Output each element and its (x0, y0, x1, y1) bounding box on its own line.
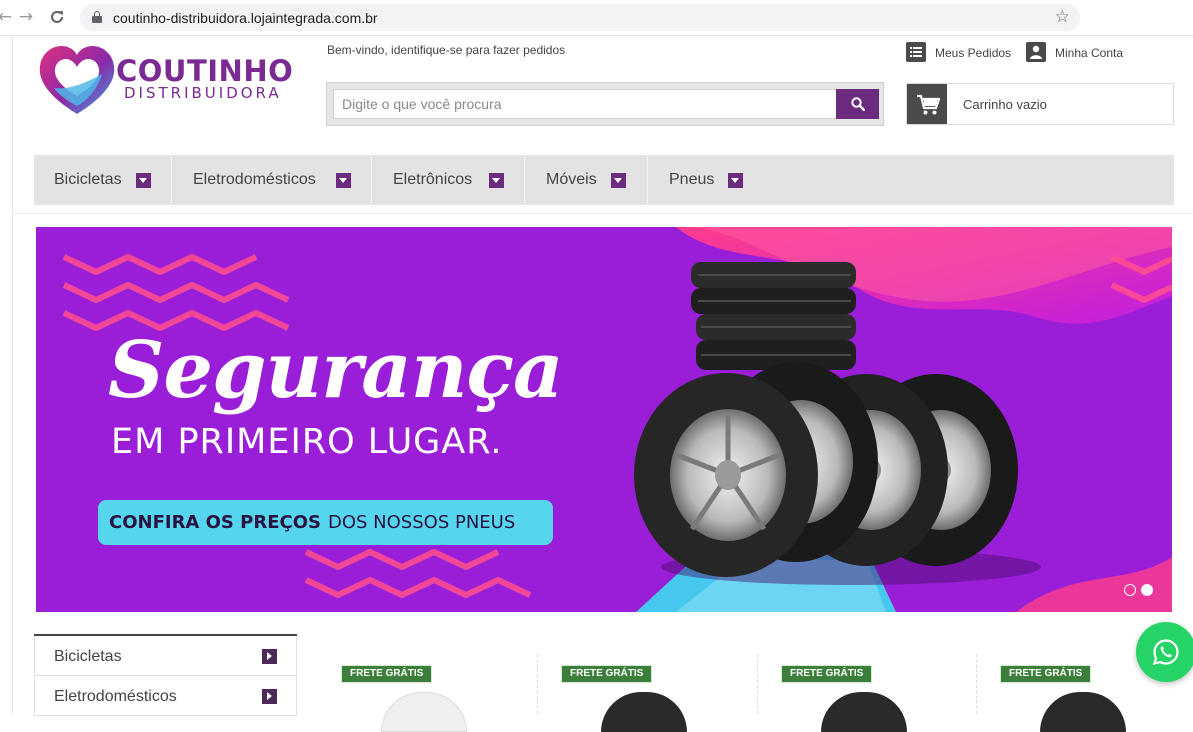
product-card[interactable]: FRETE GRÁTIS (561, 654, 761, 732)
lock-icon (92, 11, 102, 23)
search-button[interactable] (836, 89, 879, 119)
divider (537, 654, 538, 714)
cart-label: Carrinho vazio (963, 97, 1047, 112)
product-image[interactable] (381, 692, 467, 732)
reload-icon[interactable] (46, 6, 68, 28)
main-menu: Bicicletas Eletrodomésticos Eletrônicos … (34, 155, 1174, 205)
my-account-label: Minha Conta (1055, 46, 1124, 60)
star-icon[interactable]: ☆ (1055, 7, 1070, 27)
search-input[interactable] (333, 89, 837, 119)
sidebar-item-bicicletas[interactable]: Bicicletas (34, 636, 297, 676)
free-shipping-badge: FRETE GRÁTIS (781, 665, 873, 683)
cta-bold-text: CONFIRA OS PREÇOS (109, 512, 321, 533)
tire-stack (691, 262, 856, 370)
menu-item-pneus[interactable]: Pneus (648, 155, 758, 205)
back-icon[interactable]: ← (0, 6, 16, 28)
sidebar-item-label: Eletrodomésticos (54, 688, 177, 705)
divider (757, 654, 758, 714)
list-icon (906, 42, 926, 62)
cta-rest-text: DOS NOSSOS PNEUS (328, 512, 516, 533)
product-image[interactable] (1040, 692, 1126, 732)
browser-toolbar: ← → coutinho-distribuidora.lojaintegrada… (0, 0, 1193, 36)
forward-icon[interactable]: → (15, 6, 37, 28)
logo-name: COUTINHO (116, 54, 294, 88)
banner-background-art (36, 227, 1172, 612)
product-card[interactable]: FRETE GRÁTIS (341, 654, 541, 732)
search-bar (326, 82, 884, 126)
banner-cta-button[interactable]: CONFIRA OS PREÇOS DOS NOSSOS PNEUS (98, 500, 553, 545)
banner-title: Segurança (108, 325, 564, 416)
cart-icon (907, 84, 947, 124)
product-card[interactable]: FRETE GRÁTIS (781, 654, 981, 732)
logo-subtitle: DISTRIBUIDORA (124, 84, 282, 102)
store-logo[interactable]: COUTINHO DISTRIBUIDORA (36, 40, 296, 122)
chevron-down-icon (611, 173, 626, 188)
free-shipping-badge: FRETE GRÁTIS (1000, 665, 1092, 683)
sidebar-item-eletrodomesticos[interactable]: Eletrodomésticos (34, 676, 297, 716)
free-shipping-badge: FRETE GRÁTIS (341, 665, 433, 683)
menu-item-label: Pneus (669, 171, 715, 188)
menu-item-label: Bicicletas (54, 171, 122, 188)
chevron-down-icon (489, 173, 504, 188)
category-sidebar: Bicicletas Eletrodomésticos (34, 634, 297, 716)
carousel-dot-1[interactable] (1124, 584, 1136, 596)
sidebar-item-label: Bicicletas (54, 648, 122, 665)
url-text: coutinho-distribuidora.lojaintegrada.com… (113, 10, 378, 26)
whatsapp-button[interactable] (1136, 622, 1193, 682)
page-border (12, 36, 13, 714)
menu-item-moveis[interactable]: Móveis (525, 155, 648, 205)
menu-item-eletronicos[interactable]: Eletrônicos (372, 155, 525, 205)
hero-banner[interactable]: Segurança EM PRIMEIRO LUGAR. CONFIRA OS … (36, 227, 1172, 612)
menu-item-label: Móveis (546, 171, 597, 188)
carousel-dot-2[interactable] (1141, 584, 1153, 596)
banner-subtitle: EM PRIMEIRO LUGAR. (111, 422, 503, 462)
menu-item-label: Eletrônicos (393, 171, 473, 188)
cart-button[interactable]: Carrinho vazio (906, 83, 1174, 125)
whatsapp-icon (1152, 639, 1179, 666)
heart-logo-icon (39, 46, 115, 114)
my-orders-label: Meus Pedidos (935, 46, 1012, 60)
product-image[interactable] (821, 692, 907, 732)
product-image[interactable] (601, 692, 687, 732)
divider (976, 654, 977, 714)
chevron-down-icon (728, 173, 743, 188)
divider (12, 213, 1193, 214)
chevron-down-icon (136, 173, 151, 188)
free-shipping-badge: FRETE GRÁTIS (561, 665, 653, 683)
chevron-right-icon (262, 649, 277, 664)
chevron-down-icon (336, 173, 351, 188)
menu-item-eletrodomesticos[interactable]: Eletrodomésticos (172, 155, 372, 205)
address-bar[interactable]: coutinho-distribuidora.lojaintegrada.com… (80, 4, 1080, 31)
chevron-right-icon (262, 689, 277, 704)
menu-item-bicicletas[interactable]: Bicicletas (34, 155, 172, 205)
welcome-text[interactable]: Bem-vindo, identifique-se para fazer ped… (327, 43, 565, 57)
menu-item-label: Eletrodomésticos (193, 171, 316, 188)
user-icon (1026, 42, 1046, 62)
search-icon (851, 97, 865, 111)
